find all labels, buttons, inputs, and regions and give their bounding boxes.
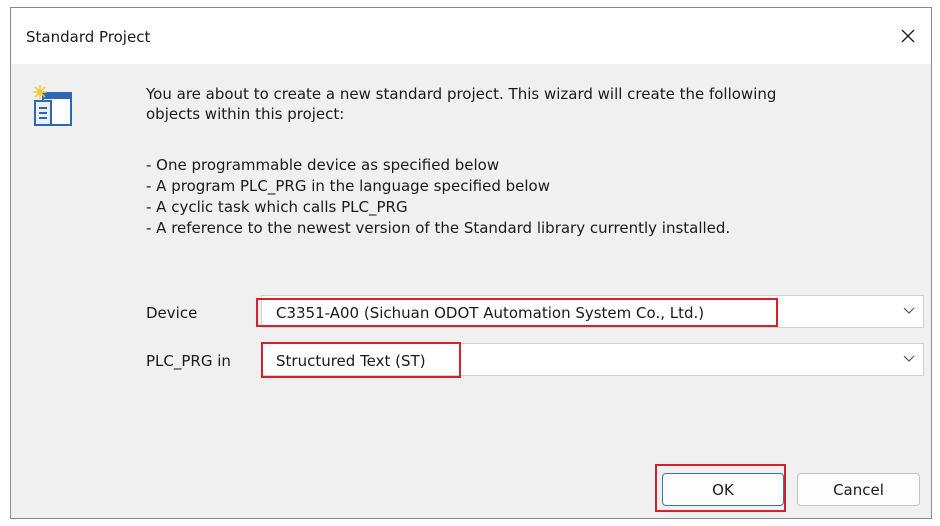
intro-text: You are about to create a new standard p… bbox=[146, 84, 906, 124]
dialog-title: Standard Project bbox=[26, 28, 151, 46]
language-highlight-box bbox=[261, 342, 461, 378]
standard-project-dialog: Standard Project You are about to create… bbox=[10, 7, 932, 519]
device-highlight-box bbox=[256, 298, 778, 327]
list-item: - One programmable device as specified b… bbox=[146, 156, 500, 174]
intro-line: objects within this project: bbox=[146, 105, 345, 123]
ok-button[interactable]: OK bbox=[662, 473, 784, 506]
project-wizard-icon bbox=[33, 85, 72, 126]
plc-prg-label: PLC_PRG in bbox=[146, 352, 231, 370]
device-label: Device bbox=[146, 304, 198, 322]
intro-line: You are about to create a new standard p… bbox=[146, 85, 777, 103]
close-button[interactable] bbox=[885, 8, 931, 64]
close-icon bbox=[901, 29, 915, 43]
chevron-down-icon bbox=[903, 355, 915, 362]
title-bar: Standard Project bbox=[11, 8, 931, 64]
chevron-down-icon bbox=[903, 307, 915, 314]
list-item: - A reference to the newest version of t… bbox=[146, 219, 731, 237]
cancel-button[interactable]: Cancel bbox=[797, 473, 920, 506]
objects-list: - One programmable device as specified b… bbox=[146, 155, 906, 239]
list-item: - A cyclic task which calls PLC_PRG bbox=[146, 198, 408, 216]
list-item: - A program PLC_PRG in the language spec… bbox=[146, 177, 550, 195]
